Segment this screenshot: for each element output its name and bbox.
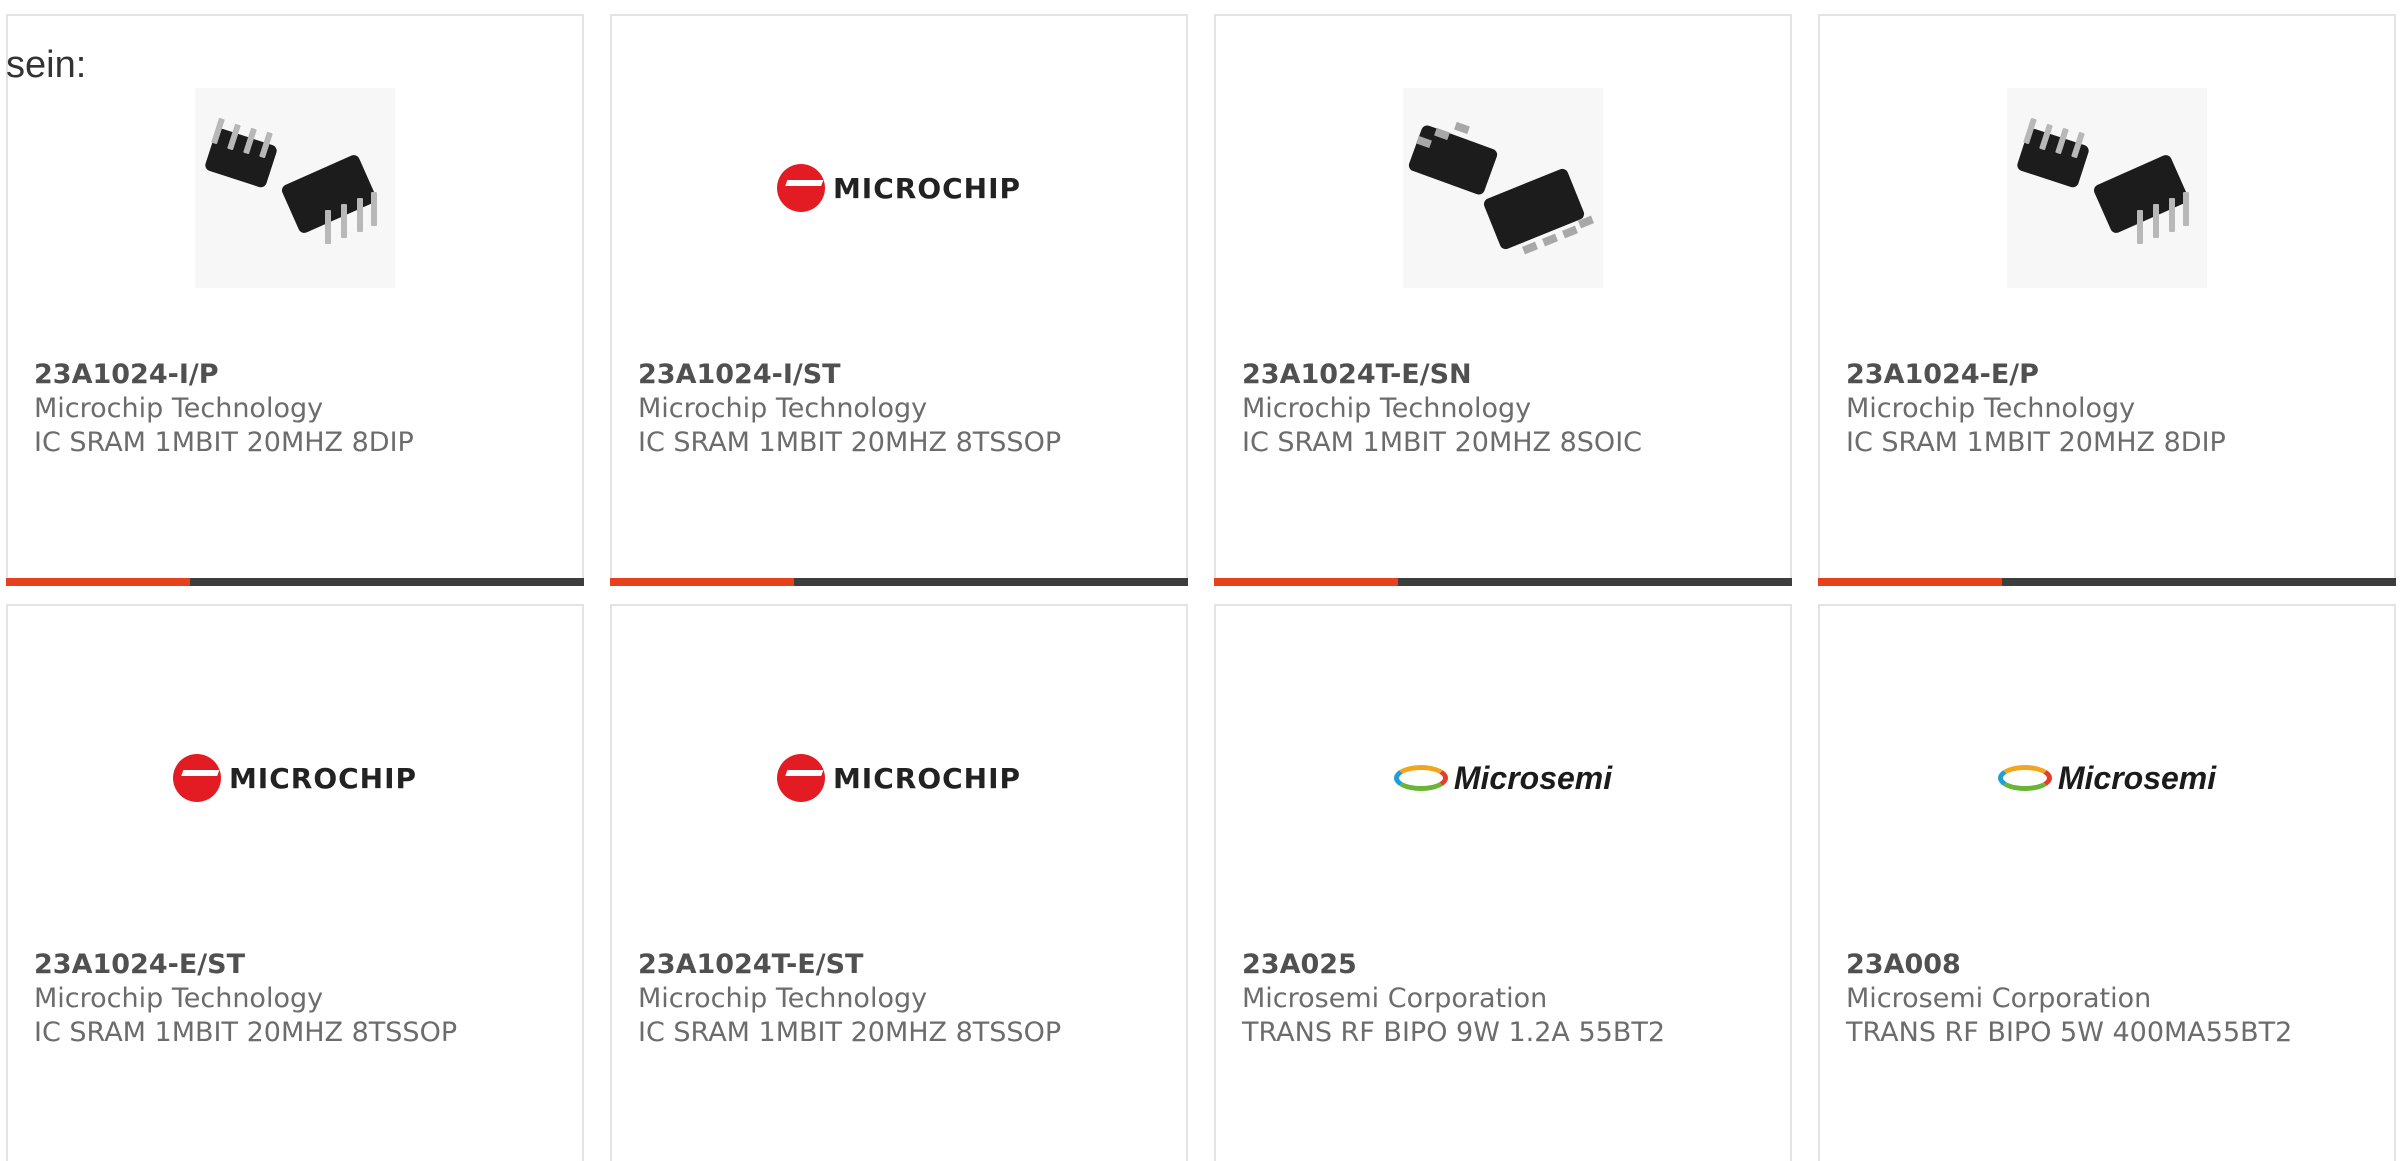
description: IC SRAM 1MBIT 20MHZ 8TSSOP xyxy=(638,427,1062,458)
card-bottom-bar xyxy=(6,578,584,586)
manufacturer: Microchip Technology xyxy=(34,393,324,424)
dip-chip-photo xyxy=(2007,88,2207,288)
description: TRANS RF BIPO 5W 400MA55BT2 xyxy=(1846,1017,2293,1048)
product-info: 23A1024-E/ST Microchip Technology IC SRA… xyxy=(34,948,562,1050)
product-card[interactable]: Microsemi 23A008 Microsemi Corporation T… xyxy=(1818,604,2396,1161)
description: IC SRAM 1MBIT 20MHZ 8SOIC xyxy=(1242,427,1643,458)
card-accent-bar xyxy=(1818,578,2002,586)
part-number[interactable]: 23A1024T-E/SN xyxy=(1242,358,1770,392)
product-info: 23A025 Microsemi Corporation TRANS RF BI… xyxy=(1242,948,1770,1050)
part-number[interactable]: 23A008 xyxy=(1846,948,2374,982)
part-number[interactable]: 23A1024-E/P xyxy=(1846,358,2374,392)
product-image[interactable]: Microsemi xyxy=(1820,676,2394,880)
card-accent-bar xyxy=(610,578,794,586)
product-info: 23A1024-I/P Microchip Technology IC SRAM… xyxy=(34,358,562,460)
manufacturer: Microchip Technology xyxy=(34,983,324,1014)
microchip-mark-icon xyxy=(776,164,825,212)
manufacturer: Microchip Technology xyxy=(638,983,928,1014)
description: IC SRAM 1MBIT 20MHZ 8DIP xyxy=(34,427,414,458)
product-image[interactable]: MICROCHIP xyxy=(8,676,582,880)
product-card[interactable]: MICROCHIP 23A1024-I/ST Microchip Technol… xyxy=(610,14,1188,586)
product-image[interactable]: Microsemi xyxy=(1216,676,1790,880)
description: IC SRAM 1MBIT 20MHZ 8DIP xyxy=(1846,427,2226,458)
product-image[interactable] xyxy=(1216,86,1790,290)
dip-chip-photo xyxy=(195,88,395,288)
soic-chip-photo xyxy=(1403,88,1603,288)
logo-text: MICROCHIP xyxy=(832,171,1022,205)
microsemi-logo: Microsemi xyxy=(1393,759,1613,797)
part-number[interactable]: 23A1024-I/ST xyxy=(638,358,1166,392)
microchip-mark-icon xyxy=(172,754,221,802)
manufacturer: Microchip Technology xyxy=(1846,393,2136,424)
logo-text: MICROCHIP xyxy=(228,761,418,795)
product-info: 23A1024-I/ST Microchip Technology IC SRA… xyxy=(638,358,1166,460)
manufacturer: Microchip Technology xyxy=(1242,393,1532,424)
logo-text: Microsemi xyxy=(2057,759,2217,796)
part-number[interactable]: 23A1024T-E/ST xyxy=(638,948,1166,982)
product-image[interactable]: MICROCHIP xyxy=(612,676,1186,880)
product-image[interactable] xyxy=(1820,86,2394,290)
microchip-logo: MICROCHIP xyxy=(172,754,418,802)
part-number[interactable]: 23A1024-I/P xyxy=(34,358,562,392)
product-card[interactable]: MICROCHIP 23A1024T-E/ST Microchip Techno… xyxy=(610,604,1188,1161)
part-number[interactable]: 23A025 xyxy=(1242,948,1770,982)
product-card[interactable]: 23A1024-I/P Microchip Technology IC SRAM… xyxy=(6,14,584,586)
card-bottom-bar xyxy=(610,578,1188,586)
logo-text: MICROCHIP xyxy=(832,761,1022,795)
microchip-mark-icon xyxy=(776,754,825,802)
product-card[interactable]: 23A1024-E/P Microchip Technology IC SRAM… xyxy=(1818,14,2396,586)
manufacturer: Microsemi Corporation xyxy=(1846,983,2152,1014)
description: IC SRAM 1MBIT 20MHZ 8TSSOP xyxy=(638,1017,1062,1048)
microchip-logo: MICROCHIP xyxy=(776,164,1022,212)
manufacturer: Microchip Technology xyxy=(638,393,928,424)
microsemi-mark-icon xyxy=(1997,765,2052,791)
product-info: 23A1024T-E/ST Microchip Technology IC SR… xyxy=(638,948,1166,1050)
product-info: 23A1024-E/P Microchip Technology IC SRAM… xyxy=(1846,358,2374,460)
microchip-logo: MICROCHIP xyxy=(776,754,1022,802)
microsemi-mark-icon xyxy=(1393,765,1448,791)
logo-text: Microsemi xyxy=(1453,759,1613,796)
product-image[interactable] xyxy=(8,86,582,290)
part-number[interactable]: 23A1024-E/ST xyxy=(34,948,562,982)
card-accent-bar xyxy=(6,578,190,586)
product-card[interactable]: Microsemi 23A025 Microsemi Corporation T… xyxy=(1214,604,1792,1161)
manufacturer: Microsemi Corporation xyxy=(1242,983,1548,1014)
product-info: 23A1024T-E/SN Microchip Technology IC SR… xyxy=(1242,358,1770,460)
card-bottom-bar xyxy=(1214,578,1792,586)
description: IC SRAM 1MBIT 20MHZ 8TSSOP xyxy=(34,1017,458,1048)
microsemi-logo: Microsemi xyxy=(1997,759,2217,797)
product-info: 23A008 Microsemi Corporation TRANS RF BI… xyxy=(1846,948,2374,1050)
intro-text: sein: xyxy=(6,44,87,86)
product-image[interactable]: MICROCHIP xyxy=(612,86,1186,290)
product-card[interactable]: 23A1024T-E/SN Microchip Technology IC SR… xyxy=(1214,14,1792,586)
product-card[interactable]: MICROCHIP 23A1024-E/ST Microchip Technol… xyxy=(6,604,584,1161)
description: TRANS RF BIPO 9W 1.2A 55BT2 xyxy=(1242,1017,1666,1048)
card-accent-bar xyxy=(1214,578,1398,586)
product-grid: 23A1024-I/P Microchip Technology IC SRAM… xyxy=(6,14,2400,1161)
card-bottom-bar xyxy=(1818,578,2396,586)
